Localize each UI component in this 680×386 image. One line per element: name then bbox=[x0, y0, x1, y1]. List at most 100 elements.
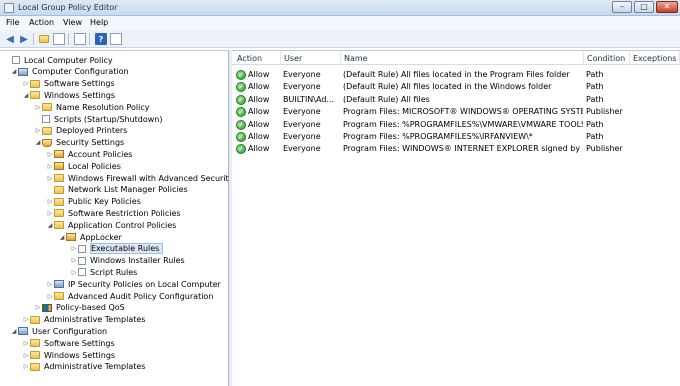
expand-toggle-icon[interactable]: ▷ bbox=[22, 340, 30, 347]
rules-list[interactable]: Action User Name Condition Exceptions ✓ A… bbox=[232, 50, 680, 386]
expand-toggle-icon[interactable]: ▷ bbox=[22, 363, 30, 370]
tree-node[interactable]: ◢ Security Settings bbox=[34, 137, 125, 149]
rule-condition: Path bbox=[586, 119, 604, 129]
expand-toggle-icon[interactable]: ▷ bbox=[46, 151, 54, 158]
table-row[interactable]: ✓ Allow Everyone Program Files: MICROSOFT® … bbox=[232, 106, 680, 118]
menu-file[interactable]: File bbox=[6, 18, 19, 27]
rule-exceptions bbox=[632, 69, 678, 81]
rule-user: Everyone bbox=[283, 132, 321, 141]
tree-node[interactable]: ▷ Windows Firewall with Advanced Security bbox=[46, 172, 234, 184]
expand-toggle-icon[interactable]: ▷ bbox=[46, 293, 54, 300]
table-row[interactable]: ✓ Allow Everyone (Default Rule) All files l… bbox=[232, 81, 680, 93]
tree-node[interactable]: ▷ Account Policies bbox=[46, 148, 133, 160]
rule-condition: Path bbox=[586, 70, 604, 79]
tree-node[interactable]: Scripts (Startup/Shutdown) bbox=[34, 113, 162, 125]
rule-name: Program Files: MICROSOFT® WINDOWS® OPERA… bbox=[343, 107, 583, 117]
tree-node[interactable]: ▷ Policy-based QoS bbox=[34, 302, 125, 314]
forward-arrow-icon[interactable]: ▶ bbox=[18, 33, 30, 45]
expand-toggle-icon[interactable]: ◢ bbox=[34, 139, 42, 146]
column-header-exceptions[interactable]: Exceptions bbox=[630, 51, 680, 65]
show-hide-tree-icon[interactable] bbox=[53, 33, 65, 45]
properties-icon[interactable] bbox=[110, 33, 122, 45]
expand-toggle-icon[interactable]: ◢ bbox=[58, 234, 66, 241]
tree-node[interactable]: ▷ Script Rules bbox=[70, 266, 138, 278]
tree-node-label: Policy-based QoS bbox=[56, 303, 125, 313]
tree-node[interactable]: ▷ Software Restriction Policies bbox=[46, 207, 181, 219]
menu-help[interactable]: Help bbox=[90, 18, 108, 27]
column-header-condition[interactable]: Condition bbox=[584, 51, 630, 65]
close-button[interactable]: ✕ bbox=[656, 1, 678, 13]
help-icon[interactable]: ? bbox=[95, 33, 107, 45]
tree-node[interactable]: ◢ Computer Configuration bbox=[10, 66, 129, 78]
column-header-user[interactable]: User bbox=[281, 51, 341, 65]
menu-action[interactable]: Action bbox=[29, 18, 54, 27]
tree-node[interactable]: ▷ IP Security Policies on Local Computer bbox=[46, 278, 221, 290]
rule-exceptions bbox=[632, 143, 678, 155]
rule-action: Allow bbox=[248, 70, 270, 79]
expand-toggle-icon[interactable]: ▷ bbox=[22, 352, 30, 359]
maximize-button[interactable]: □ bbox=[634, 1, 654, 13]
folder-icon bbox=[30, 79, 40, 88]
tree-node[interactable]: ◢ User Configuration bbox=[10, 325, 107, 337]
rule-condition: Path bbox=[586, 94, 604, 104]
tree-node-label: Local Computer Policy bbox=[24, 55, 113, 65]
expand-toggle-icon[interactable]: ▷ bbox=[22, 80, 30, 87]
expand-toggle-icon[interactable]: ▷ bbox=[70, 269, 78, 276]
console-tree[interactable]: Local Computer Policy ◢ Computer Configura… bbox=[0, 50, 233, 386]
folder-icon bbox=[30, 351, 40, 359]
tree-node[interactable]: ▷ Executable Rules bbox=[70, 243, 164, 255]
tree-node[interactable]: ▷ Local Policies bbox=[46, 160, 121, 172]
expand-toggle-icon[interactable]: ◢ bbox=[46, 222, 54, 229]
expand-toggle-icon[interactable]: ▷ bbox=[46, 210, 54, 217]
tree-node[interactable]: ▷ Administrative Templates bbox=[22, 314, 146, 326]
expand-toggle-icon[interactable]: ▷ bbox=[34, 104, 42, 111]
doc-icon bbox=[78, 268, 86, 277]
tree-node[interactable]: ◢ Application Control Policies bbox=[46, 219, 177, 231]
table-row[interactable]: ✓ Allow BUILTIN\Ad... (Default Rule) All fi… bbox=[232, 94, 680, 106]
tree-node[interactable]: Local Computer Policy bbox=[4, 54, 113, 66]
expand-toggle-icon[interactable]: ▷ bbox=[70, 257, 78, 264]
expand-toggle-icon[interactable]: ◢ bbox=[10, 68, 18, 75]
table-row[interactable]: ✓ Allow Everyone Program Files: WINDOWS® IN… bbox=[232, 143, 680, 155]
expand-toggle-icon[interactable]: ▷ bbox=[34, 304, 42, 311]
column-header-name[interactable]: Name bbox=[341, 51, 584, 65]
expand-toggle-icon[interactable]: ▷ bbox=[46, 163, 54, 170]
table-row[interactable]: ✓ Allow Everyone Program Files: %PROGRAMFIL… bbox=[232, 131, 680, 143]
tree-node[interactable]: ▷ Name Resolution Policy bbox=[34, 101, 150, 113]
expand-toggle-icon[interactable]: ▷ bbox=[22, 316, 30, 323]
column-header-action[interactable]: Action bbox=[234, 51, 281, 65]
rule-condition: Publisher bbox=[586, 107, 623, 117]
tree-node[interactable]: ▷ Advanced Audit Policy Configuration bbox=[46, 290, 214, 302]
expand-toggle-icon[interactable]: ◢ bbox=[10, 328, 18, 335]
tree-node-label: AppLocker bbox=[80, 232, 122, 242]
menu-view[interactable]: View bbox=[63, 18, 82, 27]
tree-node[interactable]: ◢ Windows Settings bbox=[22, 89, 115, 101]
tree-node[interactable]: ◢ AppLocker bbox=[58, 231, 122, 243]
tree-node[interactable]: ▷ Windows Settings bbox=[22, 349, 115, 361]
export-list-icon[interactable] bbox=[74, 33, 86, 45]
tree-node[interactable]: ▷ Windows Installer Rules bbox=[70, 255, 185, 267]
table-row[interactable]: ✓ Allow Everyone Program Files: %PROGRAMFIL… bbox=[232, 119, 680, 131]
tree-node[interactable]: ▷ Deployed Printers bbox=[34, 125, 128, 137]
expand-toggle-icon[interactable]: ▷ bbox=[46, 175, 54, 182]
tree-node[interactable]: ▷ Software Settings bbox=[22, 337, 115, 349]
up-folder-icon[interactable] bbox=[38, 33, 50, 45]
tree-node[interactable]: ▷ Public Key Policies bbox=[46, 196, 141, 208]
table-row[interactable]: ✓ Allow Everyone (Default Rule) All files l… bbox=[232, 69, 680, 81]
tree-node[interactable]: ▷ Administrative Templates bbox=[22, 361, 146, 373]
tree-node-label: Scripts (Startup/Shutdown) bbox=[54, 114, 163, 124]
tree-node-label: Windows Settings bbox=[44, 90, 116, 100]
back-arrow-icon[interactable]: ◀ bbox=[4, 33, 16, 45]
expand-toggle-icon[interactable]: ▷ bbox=[46, 198, 54, 205]
tree-node-label: Software Settings bbox=[44, 338, 115, 348]
expand-toggle-icon[interactable]: ▷ bbox=[46, 281, 54, 288]
tree-node[interactable]: ▷ Software Settings bbox=[22, 78, 115, 90]
minimize-button[interactable]: – bbox=[612, 1, 632, 13]
tree-node-label: Local Policies bbox=[68, 161, 121, 171]
tree-node[interactable]: Network List Manager Policies bbox=[46, 184, 188, 196]
folder-icon bbox=[42, 103, 52, 112]
tree-node-label: Deployed Printers bbox=[56, 126, 128, 136]
expand-toggle-icon[interactable]: ▷ bbox=[70, 245, 78, 252]
expand-toggle-icon[interactable]: ▷ bbox=[34, 127, 42, 134]
expand-toggle-icon[interactable]: ◢ bbox=[22, 92, 30, 99]
